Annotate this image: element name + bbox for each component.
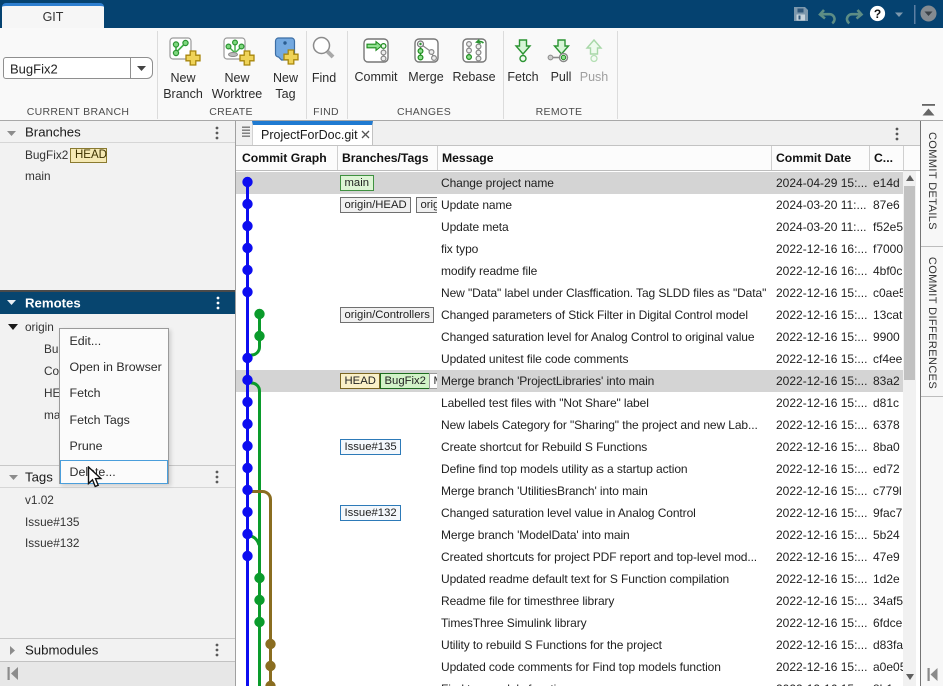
svg-text:?: ? [874, 7, 881, 21]
